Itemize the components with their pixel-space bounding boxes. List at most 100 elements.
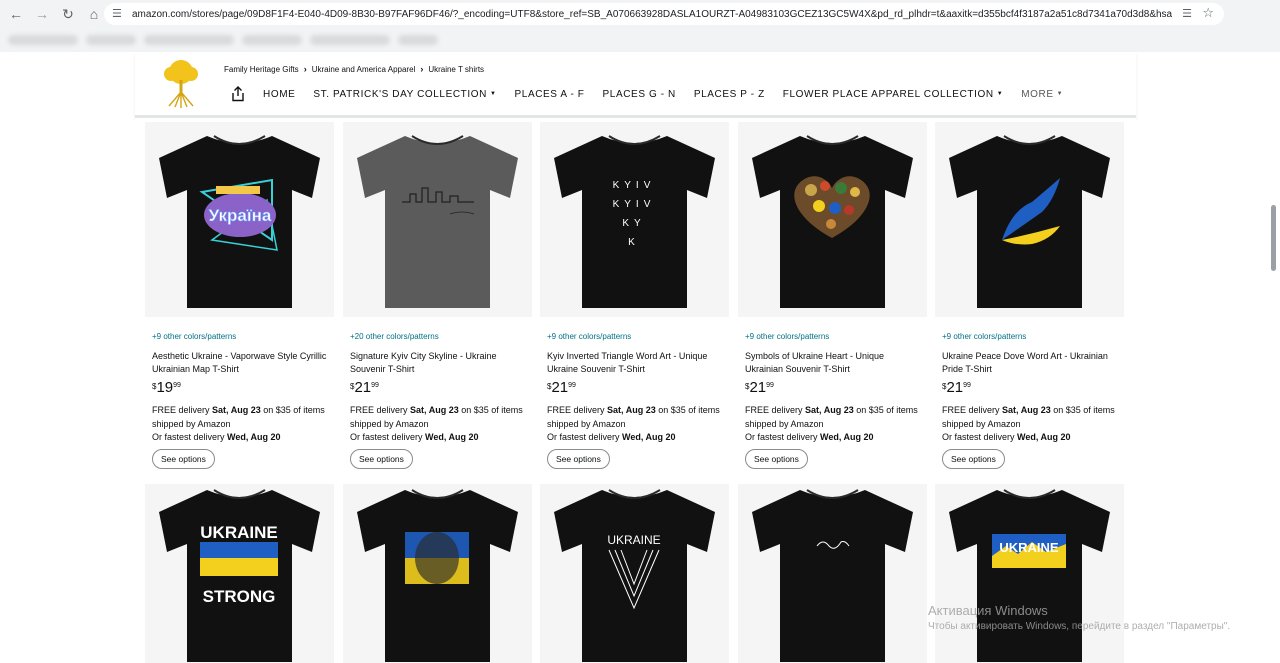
price-currency: $ — [152, 382, 157, 391]
back-icon[interactable]: ← — [4, 2, 28, 26]
nav-label: HOME — [263, 89, 296, 100]
caret-down-icon: ▼ — [1056, 91, 1064, 98]
price-whole: 21 — [551, 379, 569, 396]
see-options-button[interactable]: See options — [942, 449, 1005, 469]
delivery-date: Sat, Aug 23 — [212, 405, 261, 415]
caret-down-icon: ▼ — [489, 91, 497, 98]
product-title[interactable]: Kyiv Inverted Triangle Word Art - Unique… — [547, 350, 723, 376]
bookmark-item[interactable] — [86, 35, 136, 45]
nav-more[interactable]: MORE ▼ — [1021, 89, 1063, 100]
nav-home[interactable]: HOME — [263, 89, 295, 100]
product-image[interactable]: UKRAINE — [935, 484, 1124, 663]
color-variants-link[interactable]: +9 other colors/patterns — [152, 332, 236, 341]
product-card[interactable]: Україна +9 other colors/patterns Aesthetic… — [145, 122, 334, 474]
shirt-art-text: UKRAINE — [999, 540, 1059, 555]
price-currency: $ — [942, 382, 947, 391]
store-nav: HOME ST. PATRICK'S DAY COLLECTION ▼ PLACE… — [263, 89, 1081, 100]
product-card[interactable]: UKRAINE — [540, 484, 729, 663]
breadcrumb: Family Heritage Gifts › Ukraine and Amer… — [224, 64, 484, 74]
price-fraction: 99 — [568, 382, 576, 389]
home-icon[interactable]: ⌂ — [82, 2, 106, 26]
tshirt-image[interactable] — [745, 484, 920, 663]
delivery-text: FREE delivery — [745, 405, 806, 415]
fastest-delivery-text: Or fastest delivery — [350, 432, 426, 442]
price-whole: 21 — [354, 379, 372, 396]
product-image[interactable]: UKRAINE STRONG — [145, 484, 334, 663]
product-title[interactable]: Ukraine Peace Dove Word Art - Ukrainian … — [942, 350, 1118, 376]
tree-logo-icon[interactable] — [161, 58, 201, 110]
product-card[interactable] — [343, 484, 532, 663]
product-image[interactable] — [738, 484, 927, 663]
product-card[interactable] — [738, 484, 927, 663]
price-currency: $ — [745, 382, 750, 391]
product-card[interactable]: UKRAINE STRONG — [145, 484, 334, 663]
tshirt-image[interactable]: Україна — [152, 130, 327, 310]
breadcrumb-item[interactable]: Family Heritage Gifts — [224, 65, 299, 74]
product-image[interactable] — [343, 484, 532, 663]
bookmark-item[interactable] — [310, 35, 390, 45]
translate-icon[interactable]: ☰ — [1182, 7, 1192, 20]
product-price: $2199 — [350, 379, 379, 396]
fastest-delivery-date: Wed, Aug 20 — [1017, 432, 1071, 442]
product-card[interactable]: +9 other colors/patterns Ukraine Peace Do… — [935, 122, 1124, 474]
tshirt-image[interactable] — [350, 130, 525, 310]
product-image[interactable]: KYIV KYIV KY K — [540, 122, 729, 317]
shirt-art-text: UKRAINE — [607, 533, 660, 547]
color-variants-link[interactable]: +9 other colors/patterns — [547, 332, 631, 341]
share-icon[interactable] — [231, 86, 245, 102]
tshirt-image[interactable]: KYIV KYIV KY K — [547, 130, 722, 310]
nav-places-a-f[interactable]: PLACES A - F — [515, 89, 585, 100]
bookmark-item[interactable] — [398, 35, 438, 45]
delivery-text: FREE delivery — [350, 405, 411, 415]
scrollbar-thumb[interactable] — [1271, 205, 1276, 271]
shirt-art-text: STRONG — [203, 587, 276, 606]
bookmark-star-icon[interactable]: ☆ — [1202, 5, 1214, 21]
color-variants-link[interactable]: +9 other colors/patterns — [745, 332, 829, 341]
product-title[interactable]: Aesthetic Ukraine - Vaporwave Style Cyri… — [152, 350, 328, 376]
product-card[interactable]: UKRAINE — [935, 484, 1124, 663]
product-image[interactable] — [738, 122, 927, 317]
see-options-button[interactable]: See options — [152, 449, 215, 469]
product-image[interactable]: UKRAINE — [540, 484, 729, 663]
forward-icon[interactable]: → — [30, 2, 54, 26]
tshirt-image[interactable]: UKRAINE — [547, 484, 722, 663]
product-card[interactable]: +20 other colors/patterns Signature Kyiv … — [343, 122, 532, 474]
nav-st-patricks[interactable]: ST. PATRICK'S DAY COLLECTION ▼ — [313, 89, 496, 100]
nav-places-g-n[interactable]: PLACES G - N — [603, 89, 676, 100]
tshirt-image[interactable] — [745, 130, 920, 310]
nav-places-p-z[interactable]: PLACES P - Z — [694, 89, 765, 100]
product-title[interactable]: Symbols of Ukraine Heart - Unique Ukrain… — [745, 350, 921, 376]
product-price: $1999 — [152, 379, 181, 396]
product-card[interactable]: +9 other colors/patterns Symbols of Ukrai… — [738, 122, 927, 474]
product-image[interactable] — [343, 122, 532, 317]
product-title[interactable]: Signature Kyiv City Skyline - Ukraine So… — [350, 350, 526, 376]
bookmark-item[interactable] — [8, 35, 78, 45]
breadcrumb-item[interactable]: Ukraine T shirts — [428, 65, 484, 74]
delivery-info: FREE delivery Sat, Aug 23 on $35 of item… — [350, 404, 528, 445]
bookmark-item[interactable] — [144, 35, 234, 45]
product-image[interactable] — [935, 122, 1124, 317]
price-fraction: 99 — [963, 382, 971, 389]
reload-icon[interactable]: ↻ — [56, 2, 80, 26]
breadcrumb-item[interactable]: Ukraine and America Apparel — [312, 65, 416, 74]
see-options-button[interactable]: See options — [745, 449, 808, 469]
url-text[interactable]: amazon.com/stores/page/09D8F1F4-E040-4D0… — [132, 9, 1172, 20]
color-variants-link[interactable]: +9 other colors/patterns — [942, 332, 1026, 341]
product-card[interactable]: KYIV KYIV KY K +9 other colors/patterns Kyiv … — [540, 122, 729, 474]
nav-flower-place[interactable]: FLOWER PLACE APPAREL COLLECTION ▼ — [783, 89, 1003, 100]
product-image[interactable]: Україна — [145, 122, 334, 317]
color-variants-link[interactable]: +20 other colors/patterns — [350, 332, 439, 341]
bookmark-item[interactable] — [242, 35, 302, 45]
shirt-art-text: KY — [622, 218, 645, 229]
delivery-info: FREE delivery Sat, Aug 23 on $35 of item… — [745, 404, 923, 445]
tshirt-image[interactable] — [350, 484, 525, 663]
see-options-button[interactable]: See options — [350, 449, 413, 469]
tshirt-image[interactable]: UKRAINE STRONG — [152, 484, 327, 663]
address-bar[interactable]: ☰ amazon.com/stores/page/09D8F1F4-E040-4… — [104, 3, 1224, 25]
site-info-icon[interactable]: ☰ — [112, 7, 126, 21]
price-fraction: 99 — [173, 382, 181, 389]
see-options-button[interactable]: See options — [547, 449, 610, 469]
tshirt-image[interactable] — [942, 130, 1117, 310]
tshirt-image[interactable]: UKRAINE — [942, 484, 1117, 663]
fastest-delivery-date: Wed, Aug 20 — [227, 432, 281, 442]
